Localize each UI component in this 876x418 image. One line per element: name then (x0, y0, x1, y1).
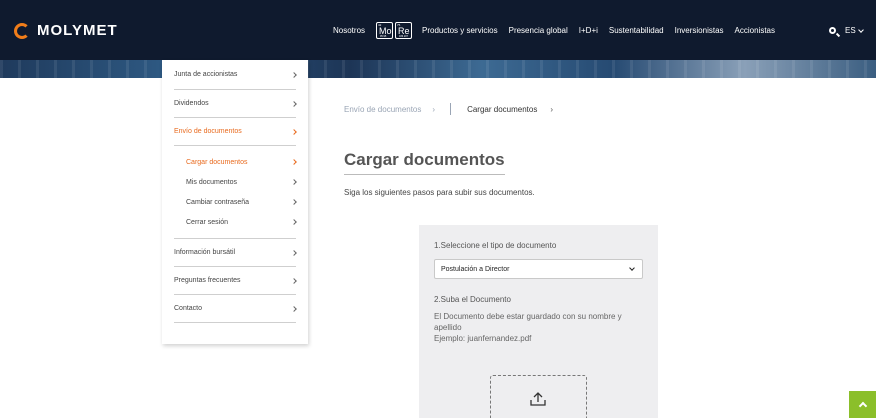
page-subtitle: Siga los siguientes pasos para subir sus… (344, 188, 535, 197)
sidebar-subitem-label: Cambiar contraseña (186, 198, 250, 206)
sidebar-item-envio-documentos[interactable]: Envío de documentos (174, 118, 297, 146)
chevron-down-icon (629, 265, 635, 271)
document-type-selected-value: Postulación a Director (441, 265, 510, 273)
chevron-right-icon (291, 305, 297, 312)
sidebar-item-preguntas-frecuentes[interactable]: Preguntas frecuentes (174, 267, 297, 295)
nav-inversionistas[interactable]: Inversionistas (675, 26, 724, 35)
nav-productos[interactable]: Productos y servicios (422, 26, 498, 35)
sidebar-item-label: Envío de documentos (174, 128, 242, 135)
sidebar-submenu: Cargar documentos Mis documentos Cambiar… (174, 146, 297, 239)
page-title: Cargar documentos (344, 150, 505, 169)
nav-idi[interactable]: I+D+i (579, 26, 598, 35)
nav-presencia-global[interactable]: Presencia global (509, 26, 568, 35)
chevron-down-icon (857, 26, 864, 33)
sidebar-subitem-cambiar-contrasena[interactable]: Cambiar contraseña (186, 192, 297, 212)
sidebar-item-label: Junta de accionistas (174, 71, 238, 78)
page: MOLYMET Nosotros 42 Mo 95.95 75 Re 186.2… (0, 0, 876, 418)
top-navigation-bar: MOLYMET Nosotros 42 Mo 95.95 75 Re 186.2… (0, 0, 876, 60)
sidebar-item-dividendos[interactable]: Dividendos (174, 90, 297, 118)
breadcrumb: Envío de documentos › Cargar documentos … (344, 103, 553, 115)
sidebar-item-informacion-bursatil[interactable]: Información bursátil (174, 239, 297, 267)
logo-text: MOLYMET (37, 22, 118, 39)
file-upload-dropzone[interactable] (490, 375, 587, 418)
element-mo-badge: 42 Mo 95.95 (376, 21, 394, 39)
sidebar-subitem-mis-documentos[interactable]: Mis documentos (186, 172, 297, 192)
breadcrumb-chevron-icon: › (432, 104, 436, 114)
instructions-example: Ejemplo: juanfernandez.pdf (434, 334, 532, 343)
chevron-up-icon (858, 401, 867, 411)
sidebar-item-junta[interactable]: Junta de accionistas (174, 60, 297, 90)
sidebar-menu: Junta de accionistas Dividendos Envío de… (162, 60, 308, 344)
sidebar-subitem-label: Mis documentos (186, 178, 237, 186)
molymet-logo[interactable]: MOLYMET (14, 22, 118, 39)
nav-nosotros[interactable]: Nosotros (333, 26, 365, 35)
breadcrumb-chevron-icon: › (550, 104, 553, 114)
main-nav: Nosotros 42 Mo 95.95 75 Re 186.207 Produ… (333, 0, 786, 60)
breadcrumb-divider (450, 103, 452, 115)
upload-instructions: El Documento debe estar guardado con su … (434, 311, 649, 344)
step2-label: 2.Suba el Documento (434, 295, 511, 304)
instructions-line: El Documento debe estar guardado con su … (434, 312, 622, 332)
title-underline (344, 174, 505, 175)
element-mass: 95.95 (380, 34, 387, 38)
sidebar-item-label: Preguntas frecuentes (174, 277, 241, 284)
breadcrumb-current: Cargar documentos (467, 104, 538, 114)
chevron-right-icon (291, 199, 297, 205)
chevron-right-icon (291, 249, 297, 256)
sidebar-subitem-label: Cerrar sesión (186, 218, 229, 226)
sidebar-item-label: Contacto (174, 305, 203, 312)
document-type-select[interactable]: Postulación a Director (434, 259, 643, 279)
nav-sustentabilidad[interactable]: Sustentabilidad (609, 26, 664, 35)
logo-mark-icon (14, 22, 30, 39)
chevron-right-icon (291, 219, 297, 225)
element-re-badge: 75 Re 186.207 (395, 21, 413, 39)
scroll-to-top-button[interactable] (849, 391, 876, 418)
hero-banner-strip (0, 60, 876, 78)
language-label: ES (845, 26, 856, 35)
language-selector[interactable]: ES (845, 26, 864, 35)
upload-icon (530, 392, 546, 406)
element-mass: 186.207 (399, 34, 409, 38)
sidebar-subitem-label: Cargar documentos (186, 158, 248, 166)
chevron-right-icon (291, 277, 297, 284)
chevron-right-icon (291, 100, 297, 107)
chevron-right-icon (291, 71, 297, 78)
sidebar-item-label: Dividendos (174, 100, 209, 107)
search-icon[interactable] (829, 27, 836, 34)
sidebar-item-label: Información bursátil (174, 249, 236, 256)
nav-accionistas[interactable]: Accionistas (735, 26, 775, 35)
sidebar-subitem-cargar[interactable]: Cargar documentos (186, 152, 297, 172)
sidebar-item-contacto[interactable]: Contacto (174, 295, 297, 323)
sidebar-subitem-cerrar-sesion[interactable]: Cerrar sesión (186, 212, 297, 232)
upload-form-panel: 1.Seleccione el tipo de documento Postul… (419, 225, 658, 418)
step1-label: 1.Seleccione el tipo de documento (434, 241, 557, 250)
element-badges[interactable]: 42 Mo 95.95 75 Re 186.207 (376, 21, 414, 39)
chevron-right-icon (291, 179, 297, 185)
chevron-right-icon (291, 128, 297, 135)
chevron-right-icon (291, 159, 297, 165)
breadcrumb-parent-link[interactable]: Envío de documentos (344, 105, 421, 114)
